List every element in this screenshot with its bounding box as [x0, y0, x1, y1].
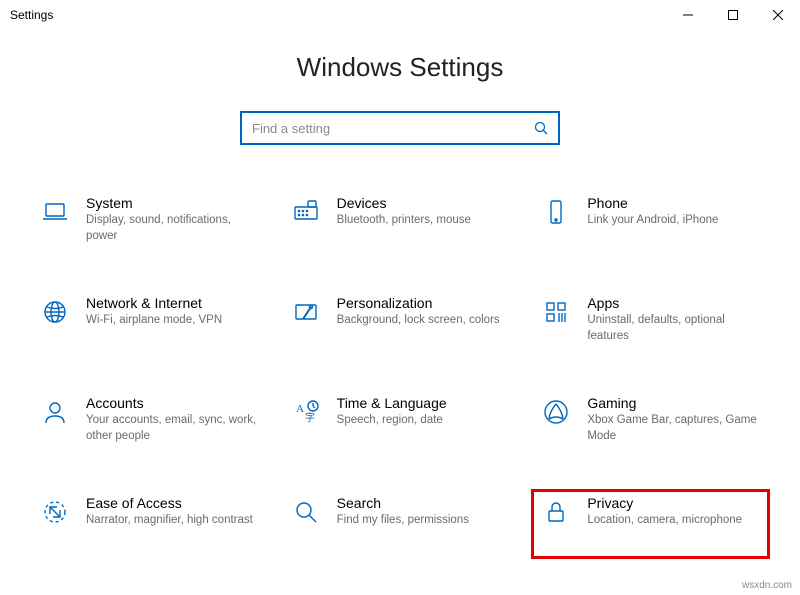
tile-title: Privacy [587, 495, 742, 511]
globe-icon [34, 295, 76, 327]
keyboard-icon [285, 195, 327, 227]
tile-apps[interactable]: Apps Uninstall, defaults, optional featu… [531, 289, 770, 359]
person-icon [34, 395, 76, 427]
ease-of-access-icon [34, 495, 76, 527]
tile-accounts[interactable]: Accounts Your accounts, email, sync, wor… [30, 389, 269, 459]
tile-gaming[interactable]: Gaming Xbox Game Bar, captures, Game Mod… [531, 389, 770, 459]
tile-title: Time & Language [337, 395, 447, 411]
search-input[interactable] [252, 121, 534, 136]
watermark: wsxdn.com [742, 580, 792, 591]
tile-desc: Location, camera, microphone [587, 513, 742, 529]
lock-icon [535, 495, 577, 527]
titlebar: Settings [0, 0, 800, 30]
tile-title: Phone [587, 195, 718, 211]
tile-desc: Display, sound, notifications, power [86, 213, 257, 244]
tile-title: Search [337, 495, 469, 511]
tile-desc: Bluetooth, printers, mouse [337, 213, 471, 229]
window-controls [665, 0, 800, 30]
tile-privacy[interactable]: Privacy Location, camera, microphone [531, 489, 770, 559]
tile-desc: Narrator, magnifier, high contrast [86, 513, 253, 529]
gaming-icon [535, 395, 577, 427]
tile-devices[interactable]: Devices Bluetooth, printers, mouse [281, 189, 520, 259]
tile-title: Devices [337, 195, 471, 211]
tile-title: Accounts [86, 395, 257, 411]
tile-desc: Wi-Fi, airplane mode, VPN [86, 313, 222, 329]
svg-text:A: A [296, 403, 304, 415]
maximize-button[interactable] [710, 0, 755, 30]
tile-title: Gaming [587, 395, 758, 411]
page-title: Windows Settings [0, 52, 800, 83]
tile-desc: Find my files, permissions [337, 513, 469, 529]
tile-title: Apps [587, 295, 758, 311]
tile-personalization[interactable]: Personalization Background, lock screen,… [281, 289, 520, 359]
paintbrush-icon [285, 295, 327, 327]
tile-desc: Uninstall, defaults, optional features [587, 313, 758, 344]
tile-system[interactable]: System Display, sound, notifications, po… [30, 189, 269, 259]
svg-text:字: 字 [305, 411, 315, 424]
tile-desc: Your accounts, email, sync, work, other … [86, 413, 257, 444]
tile-title: System [86, 195, 257, 211]
tile-desc: Speech, region, date [337, 413, 447, 429]
search-container [0, 111, 800, 145]
laptop-icon [34, 195, 76, 227]
tile-network[interactable]: Network & Internet Wi-Fi, airplane mode,… [30, 289, 269, 359]
tile-desc: Xbox Game Bar, captures, Game Mode [587, 413, 758, 444]
search-icon [534, 121, 548, 135]
tile-desc: Background, lock screen, colors [337, 313, 500, 329]
tile-ease-of-access[interactable]: Ease of Access Narrator, magnifier, high… [30, 489, 269, 559]
window-title: Settings [10, 8, 665, 22]
tile-title: Ease of Access [86, 495, 253, 511]
tile-desc: Link your Android, iPhone [587, 213, 718, 229]
search-box[interactable] [240, 111, 560, 145]
time-language-icon: A字 [285, 395, 327, 427]
tile-time-language[interactable]: A字 Time & Language Speech, region, date [281, 389, 520, 459]
tile-phone[interactable]: Phone Link your Android, iPhone [531, 189, 770, 259]
magnifier-icon [285, 495, 327, 527]
apps-icon [535, 295, 577, 327]
tile-title: Personalization [337, 295, 500, 311]
settings-grid: System Display, sound, notifications, po… [0, 189, 800, 559]
tile-search[interactable]: Search Find my files, permissions [281, 489, 520, 559]
close-button[interactable] [755, 0, 800, 30]
tile-title: Network & Internet [86, 295, 222, 311]
minimize-button[interactable] [665, 0, 710, 30]
phone-icon [535, 195, 577, 227]
